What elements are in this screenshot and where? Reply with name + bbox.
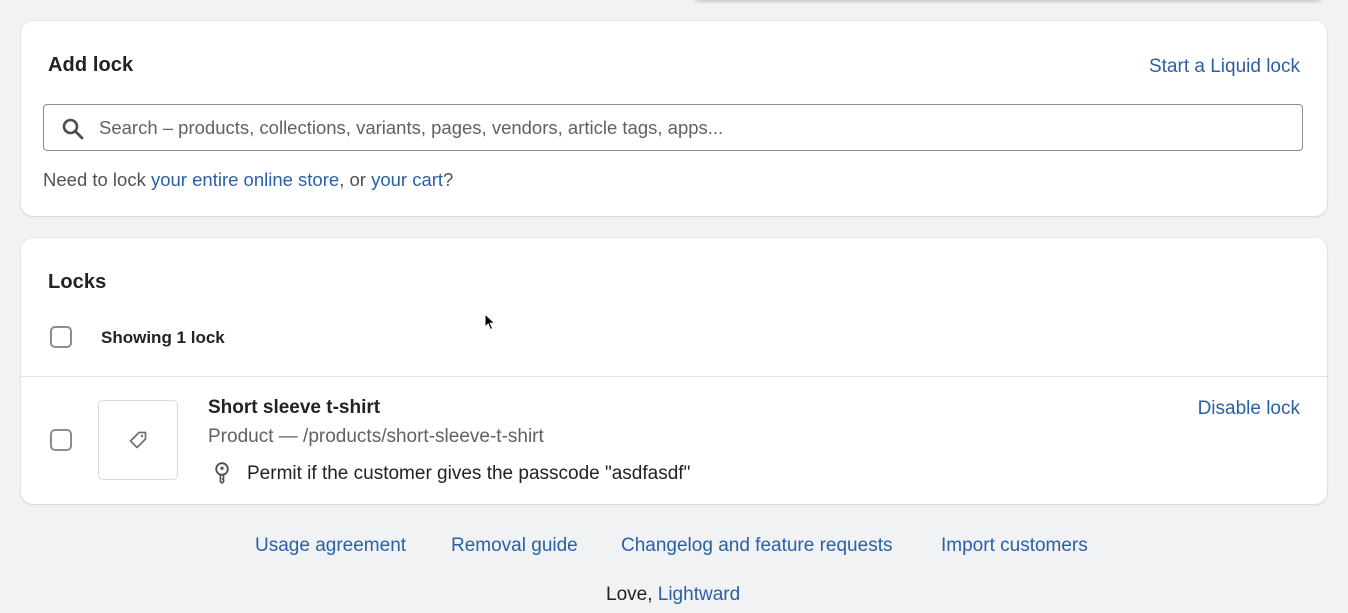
add-lock-card: Add lock Start a Liquid lock Need to loc… <box>21 21 1327 216</box>
search-icon <box>62 118 84 140</box>
help-suffix: ? <box>443 169 454 190</box>
tag-icon <box>129 431 147 449</box>
lock-row-checkbox[interactable] <box>50 429 72 451</box>
divider <box>21 376 1327 377</box>
add-lock-title: Add lock <box>48 54 134 76</box>
lock-item-title: Short sleeve t-shirt <box>208 397 381 418</box>
usage-agreement-link[interactable]: Usage agreement <box>255 535 406 557</box>
key-icon <box>215 462 229 484</box>
lightward-link[interactable]: Lightward <box>658 584 740 605</box>
import-customers-link[interactable]: Import customers <box>941 535 1088 557</box>
disable-lock-link[interactable]: Disable lock <box>1198 398 1300 420</box>
showing-count: Showing 1 lock <box>101 328 225 347</box>
lock-rule-text: Permit if the customer gives the passcod… <box>247 463 691 484</box>
help-middle: , or <box>339 169 372 190</box>
removal-guide-link[interactable]: Removal guide <box>451 535 578 557</box>
changelog-link[interactable]: Changelog and feature requests <box>621 535 892 557</box>
page: Add lock Start a Liquid lock Need to loc… <box>0 0 1348 613</box>
love-prefix: Love, <box>606 584 658 605</box>
cart-link[interactable]: your cart <box>371 169 443 190</box>
locks-card: Locks Showing 1 lock Short sleeve t-shir… <box>21 238 1327 504</box>
start-liquid-lock-link[interactable]: Start a Liquid lock <box>1149 56 1300 78</box>
help-text: Need to lock your entire online store, o… <box>43 169 453 191</box>
search-box[interactable] <box>43 104 1303 151</box>
love-line: Love, Lightward <box>606 584 740 606</box>
locks-title: Locks <box>48 271 107 293</box>
search-input[interactable] <box>99 105 1289 150</box>
mouse-cursor-icon <box>484 313 496 331</box>
select-all-checkbox[interactable] <box>50 326 72 348</box>
lock-thumbnail <box>98 400 178 480</box>
entire-store-link[interactable]: your entire online store <box>151 169 339 190</box>
help-prefix: Need to lock <box>43 169 151 190</box>
lock-item-path: Product — /products/short-sleeve-t-shirt <box>208 426 544 447</box>
